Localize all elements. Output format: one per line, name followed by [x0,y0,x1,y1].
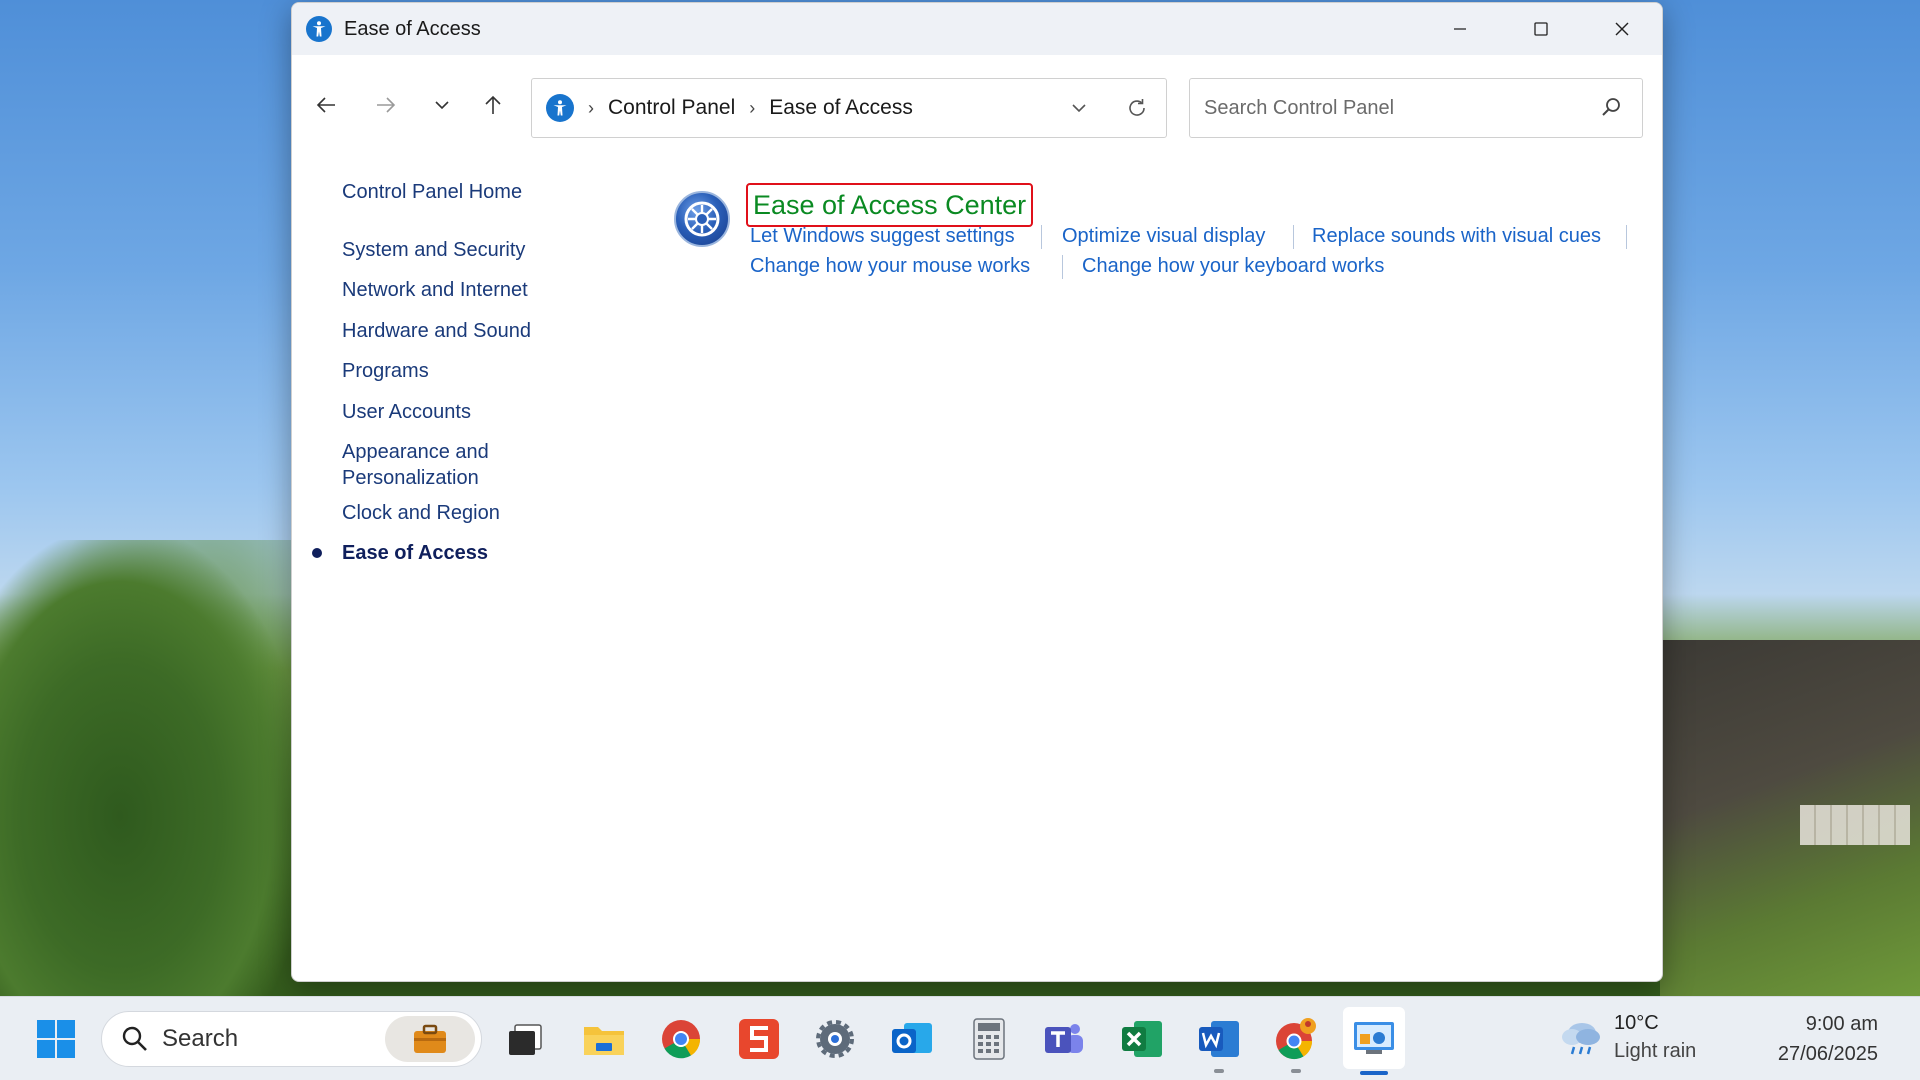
taskbar-search[interactable]: Search [101,1011,482,1067]
chrome-icon [662,1020,701,1059]
windows-logo-icon [37,1020,75,1058]
gear-icon [816,1020,854,1058]
taskbar: Search 10°C Light rain 9:00 am 27/06/202… [0,996,1920,1080]
search-input[interactable] [1204,96,1584,120]
window-title: Ease of Access [344,17,481,40]
nav-hardware-and-sound[interactable]: Hardware and Sound [342,318,531,344]
link-divider [1062,255,1063,279]
desktop-wallpaper-trees [0,540,300,1000]
wps-office-button[interactable] [733,1013,785,1065]
ease-of-access-icon [546,94,574,122]
chrome-button[interactable] [655,1013,707,1065]
nav-control-panel-home[interactable]: Control Panel Home [342,179,522,205]
running-indicator [1214,1069,1224,1073]
running-indicator [1291,1069,1301,1073]
refresh-icon [1129,99,1145,116]
start-button[interactable] [30,1013,82,1065]
ease-of-access-icon [306,16,332,42]
search-icon[interactable] [1598,95,1624,121]
wps-icon [739,1019,779,1059]
change-how-your-mouse-works-link[interactable]: Change how your mouse works [750,253,1030,279]
nav-clock-and-region[interactable]: Clock and Region [342,500,500,526]
let-windows-suggest-settings-link[interactable]: Let Windows suggest settings [750,223,1015,249]
chrome-icon [1276,1018,1316,1060]
chevron-down-icon [435,101,449,110]
clock-date: 27/06/2025 [1777,1043,1878,1065]
title-bar[interactable]: Ease of Access [292,3,1662,55]
navigation-bar: › Control Panel › Ease of Access [292,55,1662,155]
weather-widget[interactable]: 10°C Light rain [1558,1009,1696,1065]
rain-cloud-icon [1562,1023,1600,1055]
optimize-visual-display-link[interactable]: Optimize visual display [1062,223,1265,249]
chrome-profile-button[interactable] [1270,1013,1322,1073]
nav-system-and-security[interactable]: System and Security [342,237,525,263]
forward-button[interactable] [366,85,406,125]
link-divider [1041,225,1042,249]
chevron-down-icon [1072,104,1086,113]
link-divider [1293,225,1294,249]
replace-sounds-with-visual-cues-link[interactable]: Replace sounds with visual cues [1312,223,1601,249]
system-clock[interactable]: 9:00 am 27/06/2025 [1778,1009,1878,1069]
nav-network-and-internet[interactable]: Network and Internet [342,277,528,303]
briefcase-icon [414,1024,446,1053]
maximize-button[interactable] [1500,3,1581,55]
ease-of-access-center-link[interactable]: Ease of Access Center [746,183,1034,227]
outlook-button[interactable] [886,1013,938,1065]
arrow-up-icon [485,95,501,114]
weather-temperature: 10°C [1614,1012,1659,1034]
calculator-icon [973,1018,1005,1060]
close-icon [1615,22,1628,36]
control-panel-icon [1354,1022,1394,1054]
task-view-button[interactable] [499,1013,551,1065]
weather-condition: Light rain [1614,1040,1697,1062]
active-bullet [312,548,322,558]
calculator-button[interactable] [963,1013,1015,1065]
teams-button[interactable] [1039,1013,1091,1065]
clock-time: 9:00 am [1805,1013,1878,1035]
control-panel-button[interactable] [1343,1007,1405,1075]
minimize-icon [1453,28,1466,30]
search-box[interactable] [1189,78,1643,138]
refresh-button[interactable] [1108,79,1166,137]
widgets-briefcase-button[interactable] [385,1016,475,1062]
recent-locations-button[interactable] [422,85,462,125]
active-indicator [1360,1071,1388,1075]
folder-icon [584,1027,624,1055]
teams-icon [1045,1024,1083,1053]
minimize-button[interactable] [1419,3,1500,55]
control-panel-window: Ease of Access › Control Panel › Ease of… [291,2,1663,982]
breadcrumb-ease-of-access[interactable]: Ease of Access [769,96,913,120]
file-explorer-button[interactable] [578,1013,630,1065]
link-divider [1626,225,1627,249]
nav-programs[interactable]: Programs [342,358,429,384]
back-button[interactable] [306,85,346,125]
nav-user-accounts[interactable]: User Accounts [342,399,471,425]
maximize-icon [1533,22,1548,36]
settings-button[interactable] [809,1013,861,1065]
excel-button[interactable] [1116,1013,1168,1065]
change-how-your-keyboard-works-link[interactable]: Change how your keyboard works [1082,253,1384,279]
word-button[interactable] [1193,1013,1245,1073]
address-bar[interactable]: › Control Panel › Ease of Access [531,78,1167,138]
breadcrumb-control-panel[interactable]: Control Panel [608,96,735,120]
nav-appearance-and-personalization[interactable]: Appearance and Personalization [342,439,522,491]
close-button[interactable] [1581,3,1662,55]
ease-of-access-center-icon[interactable] [674,191,730,247]
outlook-icon [892,1023,932,1053]
taskbar-search-label: Search [162,1025,239,1052]
nav-ease-of-access[interactable]: Ease of Access [342,540,488,566]
breadcrumb-separator[interactable]: › [588,98,594,119]
desktop-wallpaper-buildings [1800,805,1910,845]
address-dropdown-button[interactable] [1050,79,1108,137]
arrow-right-icon [377,97,396,113]
up-button[interactable] [473,85,513,125]
task-view-icon [509,1024,542,1055]
word-icon [1199,1021,1239,1057]
excel-icon [1122,1021,1162,1057]
arrow-left-icon [316,97,335,113]
breadcrumb-separator[interactable]: › [749,98,755,119]
search-icon [122,1026,147,1051]
